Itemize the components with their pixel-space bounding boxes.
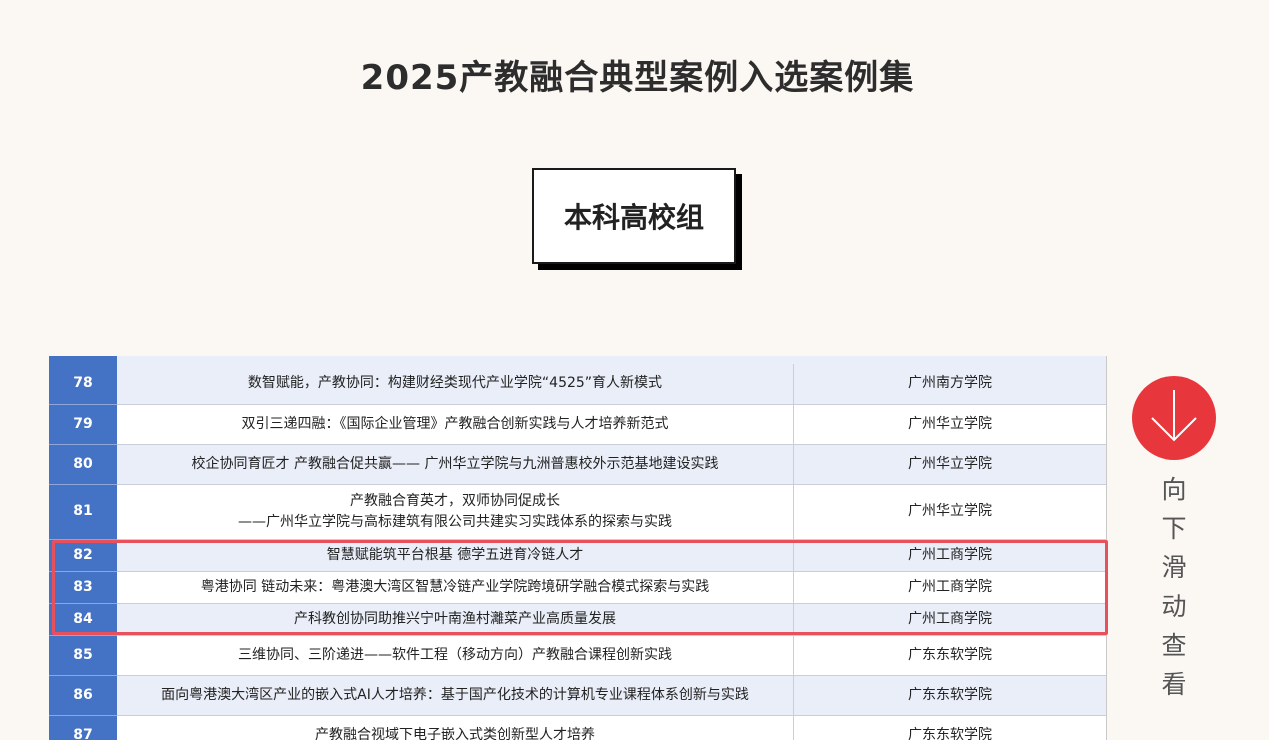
row-number: 86 [49,675,117,716]
scroll-hint-char: 动 [1161,592,1187,621]
project-name-line: 产教融合育英才，双师协同促成长 [350,492,560,509]
row-number: 82 [49,539,117,572]
project-name: 面向粤港澳大湾区产业的嵌入式AI人才培养：基于国产化技术的计算机专业课程体系创新… [117,675,794,716]
scroll-hint-char: 向 [1161,475,1187,504]
row-number: 80 [49,444,117,485]
school-name: 广东东软学院 [793,715,1106,740]
project-name: 三维协同、三阶递进——软件工程（移动方向）产教融合课程创新实践 [117,635,794,676]
project-name: 双引三递四融：《国际企业管理》产教融合创新实践与人才培养新范式 [117,404,794,445]
project-name-line: 双引三递四融：《国际企业管理》产教融合创新实践与人才培养新范式 [241,415,669,432]
school-name: 广州工商学院 [793,571,1106,604]
school-name: 广州华立学院 [793,404,1106,445]
school-name: 广东东软学院 [793,675,1106,716]
project-name: 产教融合视域下电子嵌入式类创新型人才培养 [117,715,794,740]
row-number: 87 [49,715,117,740]
project-name: 校企协同育匠才 产教融合促共赢—— 广州华立学院与九洲普惠校外示范基地建设实践 [117,444,794,485]
scroll-hint-text: 向下滑动查看 [1158,470,1190,704]
project-name-line: 智慧赋能筑平台根基 德学五进育冷链人才 [326,546,584,563]
row-number: 81 [49,484,117,540]
project-name: 粤港协同 链动未来：粤港澳大湾区智慧冷链产业学院跨境研学融合模式探索与实践 [117,571,794,604]
school-name: 广州华立学院 [793,444,1106,485]
arrow-down-icon [1151,390,1197,442]
project-name-line: 粤港协同 链动未来：粤港澳大湾区智慧冷链产业学院跨境研学融合模式探索与实践 [200,578,710,595]
table-row: 80 校企协同育匠才 产教融合促共赢—— 广州华立学院与九洲普惠校外示范基地建设实… [49,444,1106,485]
scroll-hint-char: 下 [1161,514,1187,543]
table-row: 84 产科教创协同助推兴宁叶南渔村灕菜产业高质量发展 广州工商学院 [49,603,1106,636]
scroll-hint-char: 看 [1161,670,1187,699]
school-name: 广州工商学院 [793,539,1106,572]
project-name-line: 面向粤港澳大湾区产业的嵌入式AI人才培养：基于国产化技术的计算机专业课程体系创新… [161,686,749,703]
project-name: 智慧赋能筑平台根基 德学五进育冷链人才 [117,539,794,572]
table-row: 78 数智赋能，产教协同：构建财经类现代产业学院“4525”育人新模式 广州南方学院 [49,364,1106,405]
table-row: 86 面向粤港澳大湾区产业的嵌入式AI人才培养：基于国产化技术的计算机专业课程体系… [49,675,1106,716]
project-name: 产教融合育英才，双师协同促成长 ——广州华立学院与高标建筑有限公司共建实习实践体系… [117,484,794,540]
table-row: 83 粤港协同 链动未来：粤港澳大湾区智慧冷链产业学院跨境研学融合模式探索与实践 广… [49,571,1106,604]
case-table: 78 数智赋能，产教协同：构建财经类现代产业学院“4525”育人新模式 广州南方学院… [49,356,1107,740]
school-name: 广州工商学院 [793,603,1106,636]
school-name: 广州南方学院 [793,364,1106,405]
case-table-body: 78 数智赋能，产教协同：构建财经类现代产业学院“4525”育人新模式 广州南方学院… [49,364,1106,740]
scroll-hint-char: 查 [1161,631,1187,660]
project-name-line: ——广州华立学院与高标建筑有限公司共建实习实践体系的探索与实践 [238,513,672,530]
table-row: 87 产教融合视域下电子嵌入式类创新型人才培养 广东东软学院 [49,715,1106,740]
project-name: 产科教创协同助推兴宁叶南渔村灕菜产业高质量发展 [117,603,794,636]
group-badge: 本科高校组 [532,168,742,270]
row-number: 85 [49,635,117,676]
project-name-line: 三维协同、三阶递进——软件工程（移动方向）产教融合课程创新实践 [238,646,672,663]
row-number: 84 [49,603,117,636]
row-number: 83 [49,571,117,604]
school-name: 广州华立学院 [793,484,1106,540]
row-number: 79 [49,404,117,445]
table-row: 81 产教融合育英才，双师协同促成长 ——广州华立学院与高标建筑有限公司共建实习实践… [49,484,1106,540]
project-name-line: 数智赋能，产教协同：构建财经类现代产业学院“4525”育人新模式 [247,375,663,392]
page-title: 2025产教融合典型案例入选案例集 [360,58,915,98]
scroll-down-button[interactable] [1132,376,1216,460]
row-number: 78 [49,364,117,405]
table-row: 85 三维协同、三阶递进——软件工程（移动方向）产教融合课程创新实践 广东东软学院 [49,635,1106,676]
table-top-strip [49,356,1106,364]
table-row: 82 智慧赋能筑平台根基 德学五进育冷链人才 广州工商学院 [49,539,1106,572]
project-name: 数智赋能，产教协同：构建财经类现代产业学院“4525”育人新模式 [117,364,794,405]
table-row: 79 双引三递四融：《国际企业管理》产教融合创新实践与人才培养新范式 广州华立学院 [49,404,1106,445]
scroll-hint-char: 滑 [1161,553,1187,582]
school-name: 广东东软学院 [793,635,1106,676]
group-label: 本科高校组 [532,168,736,264]
project-name-line: 校企协同育匠才 产教融合促共赢—— 广州华立学院与九洲普惠校外示范基地建设实践 [191,455,719,472]
project-name-line: 产教融合视域下电子嵌入式类创新型人才培养 [315,726,595,740]
project-name-line: 产科教创协同助推兴宁叶南渔村灕菜产业高质量发展 [294,610,616,627]
